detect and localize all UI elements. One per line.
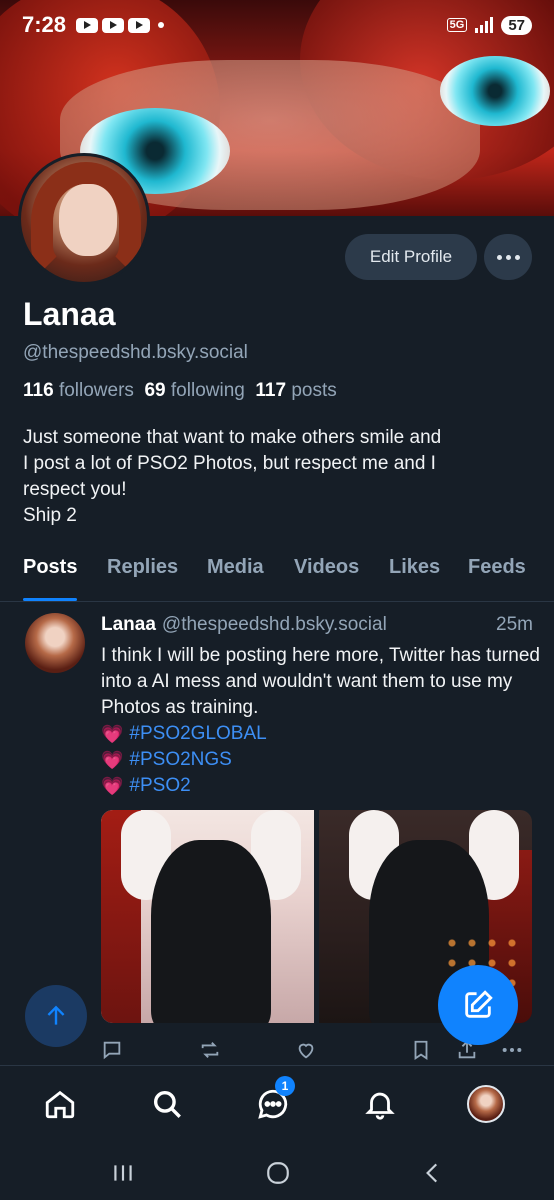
more-notifications-dot-icon [158,22,165,28]
battery-level: 57 [501,15,532,35]
posts-count: 117 [255,380,287,401]
more-icon[interactable] [499,1039,525,1066]
compose-icon [465,990,493,1018]
bottom-nav: 1 [0,1065,554,1141]
profile-name: Lanaa [23,296,116,332]
notifications-nav-button[interactable] [360,1084,400,1124]
profile-nav-button[interactable] [466,1084,506,1124]
status-time: 7:28 [22,12,67,37]
tab-feeds[interactable]: Feeds [468,548,526,601]
youtube-notification-icon [128,17,151,33]
search-icon [153,1090,181,1118]
profile-bio: Just someone that want to make others sm… [23,427,442,526]
post-image[interactable] [101,810,314,1023]
recent-apps-button[interactable] [103,1153,143,1193]
arrow-up-icon [47,1005,65,1025]
profile-avatar[interactable] [18,153,150,285]
hashtag-link[interactable]: #PSO2GLOBAL [129,721,266,747]
profile-tabs: Posts Replies Media Videos Likes Feeds [0,548,554,602]
home-system-button[interactable] [258,1153,298,1193]
pink-heart-emoji: 💗 [101,724,124,744]
like-icon[interactable] [295,1039,317,1066]
system-navigation-bar [0,1141,554,1200]
tab-videos[interactable]: Videos [294,548,359,601]
compose-post-button[interactable] [438,965,518,1045]
following-label[interactable]: following [171,380,245,401]
post-header: Lanaa @thespeedshd.bsky.social 25m [101,614,533,636]
tab-posts[interactable]: Posts [23,548,78,601]
network-type: 5G [446,18,468,32]
post-author-name[interactable]: Lanaa [101,614,156,636]
signal-icon [475,17,494,33]
hashtag-link[interactable]: #PSO2NGS [129,747,231,773]
followers-count[interactable]: 116 [23,380,54,401]
bookmark-icon[interactable] [410,1039,432,1066]
tab-likes[interactable]: Likes [389,548,440,601]
search-nav-button[interactable] [147,1084,187,1124]
post-body: I think I will be posting here more, Twi… [101,643,541,799]
following-count[interactable]: 69 [144,380,165,401]
youtube-notification-icon [76,17,99,33]
bell-icon [365,1092,395,1120]
notification-icons [76,17,151,33]
post-text: I think I will be posting here more, Twi… [101,645,540,718]
post-tag-line: 💗 #PSO2GLOBAL [101,721,541,747]
status-bar: 7:28 5G 57 [0,0,554,50]
back-chevron-icon [426,1163,438,1183]
post-author-handle[interactable]: @thespeedshd.bsky.social [162,614,387,636]
followers-label[interactable]: followers [59,380,134,401]
repost-icon[interactable] [199,1039,221,1066]
recent-apps-icon [114,1165,132,1181]
post-tag-line: 💗 #PSO2 [101,773,541,799]
tab-media[interactable]: Media [207,548,264,601]
pink-heart-emoji: 💗 [101,750,124,770]
more-options-button[interactable] [484,234,532,280]
tab-replies[interactable]: Replies [107,548,178,601]
profile-nav-avatar [467,1085,505,1123]
youtube-notification-icon [102,17,125,33]
hashtag-link[interactable]: #PSO2 [129,773,190,799]
post-author-avatar[interactable] [25,613,85,673]
home-circle-icon [267,1162,289,1184]
reply-icon[interactable] [101,1039,123,1066]
messages-nav-button[interactable]: 1 [253,1076,295,1124]
scroll-to-top-button[interactable] [25,985,87,1047]
edit-profile-button[interactable]: Edit Profile [345,234,477,280]
banner-eye [440,56,550,126]
posts-label: posts [291,380,337,401]
home-nav-button[interactable] [40,1084,80,1124]
messages-badge: 1 [275,1076,295,1096]
ellipsis-icon [496,254,502,260]
home-icon [45,1090,75,1119]
profile-handle: @thespeedshd.bsky.social [23,342,248,363]
status-right: 5G 57 [446,15,532,35]
profile-stats: 116 followers 69 following 117 posts [23,380,337,402]
back-button[interactable] [413,1153,453,1193]
avatar-face [59,184,117,256]
pink-heart-emoji: 💗 [101,776,124,796]
post-tag-line: 💗 #PSO2NGS [101,747,541,773]
post-timestamp[interactable]: 25m [496,614,533,636]
